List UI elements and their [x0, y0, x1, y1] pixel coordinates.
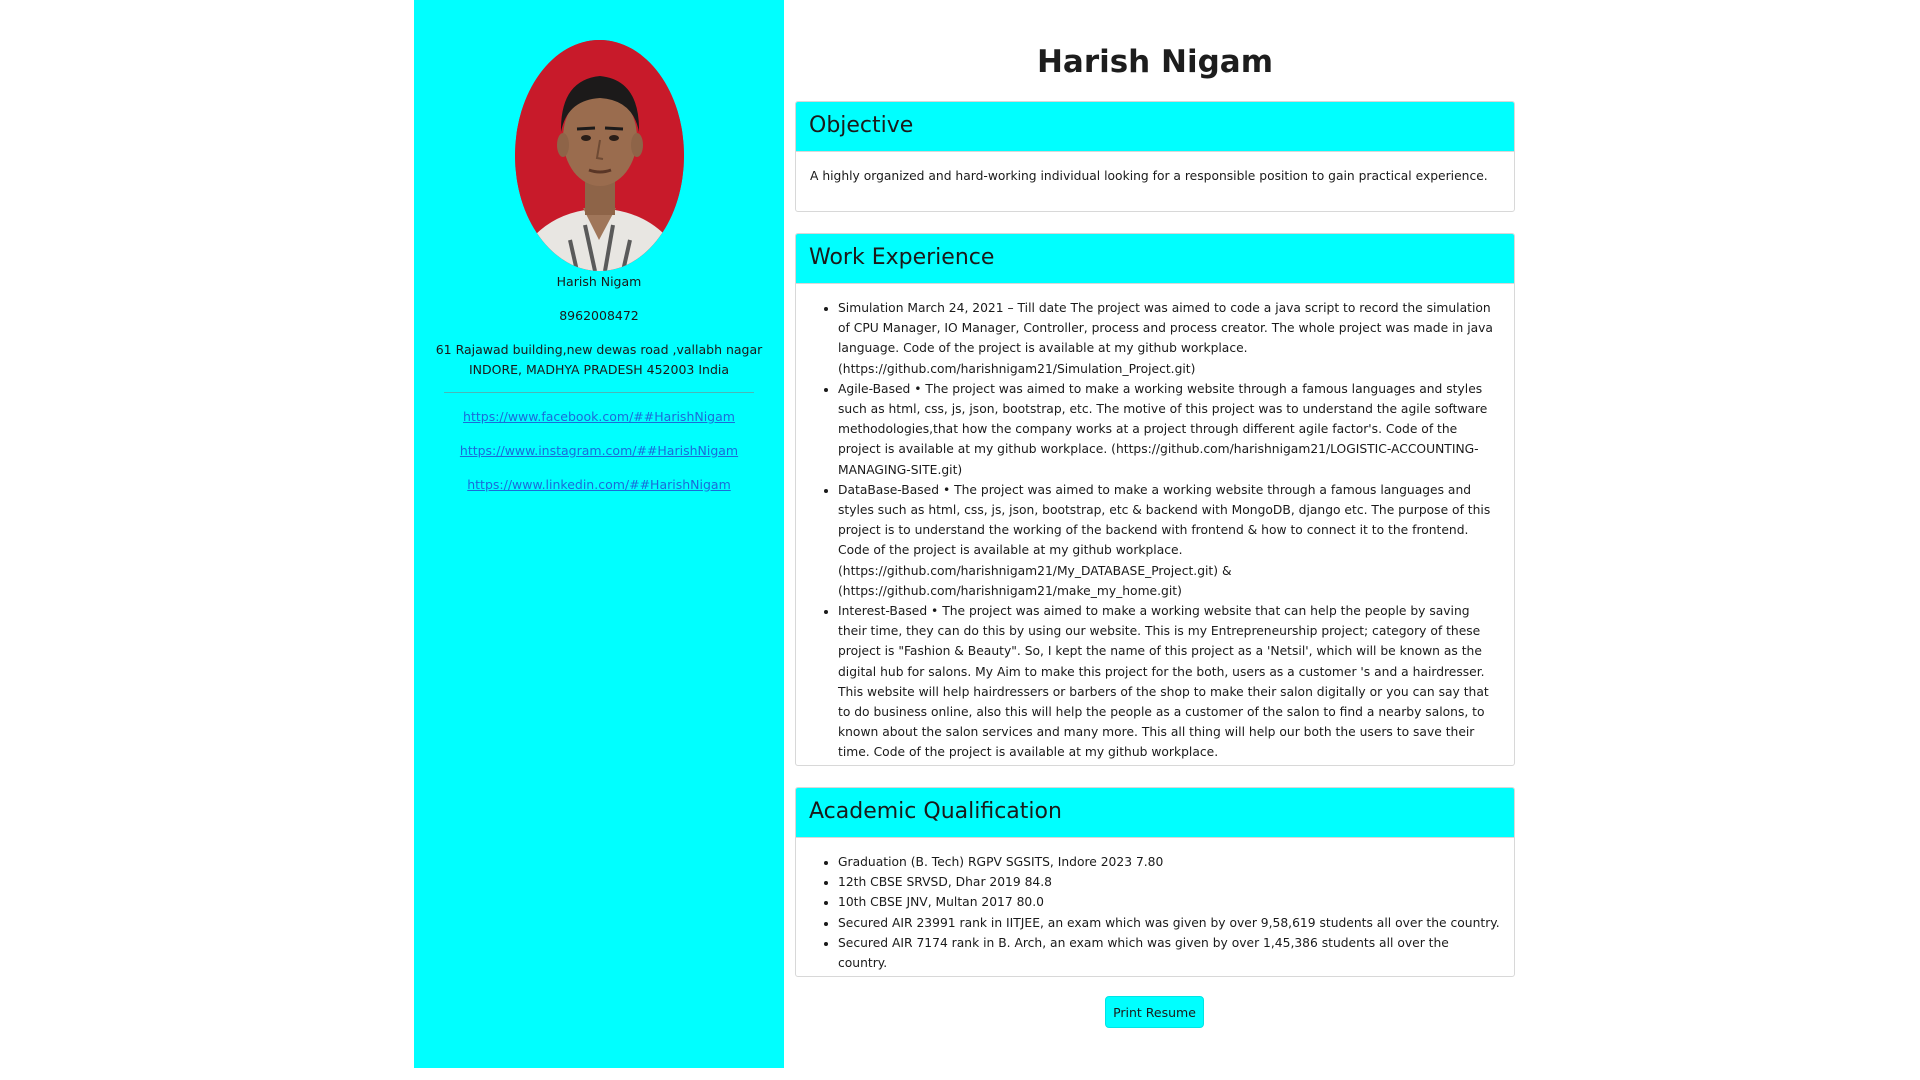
list-item: DataBase-Based • The project was aimed t…: [838, 480, 1500, 601]
objective-heading: Objective: [796, 102, 1514, 152]
work-experience-list: Simulation March 24, 2021 – Till date Th…: [810, 298, 1500, 765]
list-item: Simulation March 24, 2021 – Till date Th…: [838, 298, 1500, 379]
academic-card: Academic Qualification Graduation (B. Te…: [795, 787, 1515, 977]
profile-photo-image: [515, 40, 684, 271]
work-experience-heading: Work Experience: [796, 234, 1514, 284]
sidebar-address: 61 Rajawad building,new dewas road ,vall…: [435, 342, 763, 377]
objective-body: A highly organized and hard-working indi…: [796, 152, 1514, 198]
instagram-link[interactable]: https://www.instagram.com/##HarishNigam: [434, 442, 764, 460]
sidebar: Harish Nigam 8962008472 61 Rajawad build…: [414, 0, 784, 1068]
list-item: Graduation (B. Tech) RGPV SGSITS, Indore…: [838, 852, 1500, 872]
sidebar-divider: [444, 392, 754, 393]
academic-body: Graduation (B. Tech) RGPV SGSITS, Indore…: [796, 838, 1514, 976]
work-experience-body: Simulation March 24, 2021 – Till date Th…: [796, 284, 1514, 765]
academic-list: Graduation (B. Tech) RGPV SGSITS, Indore…: [810, 852, 1500, 973]
objective-text: A highly organized and hard-working indi…: [810, 169, 1488, 183]
sidebar-name: Harish Nigam: [556, 274, 642, 289]
list-item: 10th CBSE JNV, Multan 2017 80.0: [838, 892, 1500, 912]
page-title: Harish Nigam: [1036, 44, 1274, 80]
profile-photo: [515, 40, 684, 271]
sidebar-phone: 8962008472: [559, 308, 639, 323]
academic-heading: Academic Qualification: [796, 788, 1514, 838]
list-item: 12th CBSE SRVSD, Dhar 2019 84.8: [838, 872, 1500, 892]
list-item: Secured AIR 7174 rank in B. Arch, an exa…: [838, 933, 1500, 973]
facebook-link[interactable]: https://www.facebook.com/##HarishNigam: [434, 408, 764, 426]
list-item: Interest-Based • The project was aimed t…: [838, 601, 1500, 765]
objective-card: Objective A highly organized and hard-wo…: [795, 101, 1515, 212]
list-item: Agile-Based • The project was aimed to m…: [838, 379, 1500, 480]
resume-page: Harish Nigam 8962008472 61 Rajawad build…: [0, 0, 1920, 1080]
linkedin-link[interactable]: https://www.linkedin.com/##HarishNigam: [434, 476, 764, 494]
list-item: Secured AIR 23991 rank in IITJEE, an exa…: [838, 913, 1500, 933]
work-experience-card: Work Experience Simulation March 24, 202…: [795, 233, 1515, 766]
print-resume-button[interactable]: Print Resume: [1105, 996, 1204, 1028]
